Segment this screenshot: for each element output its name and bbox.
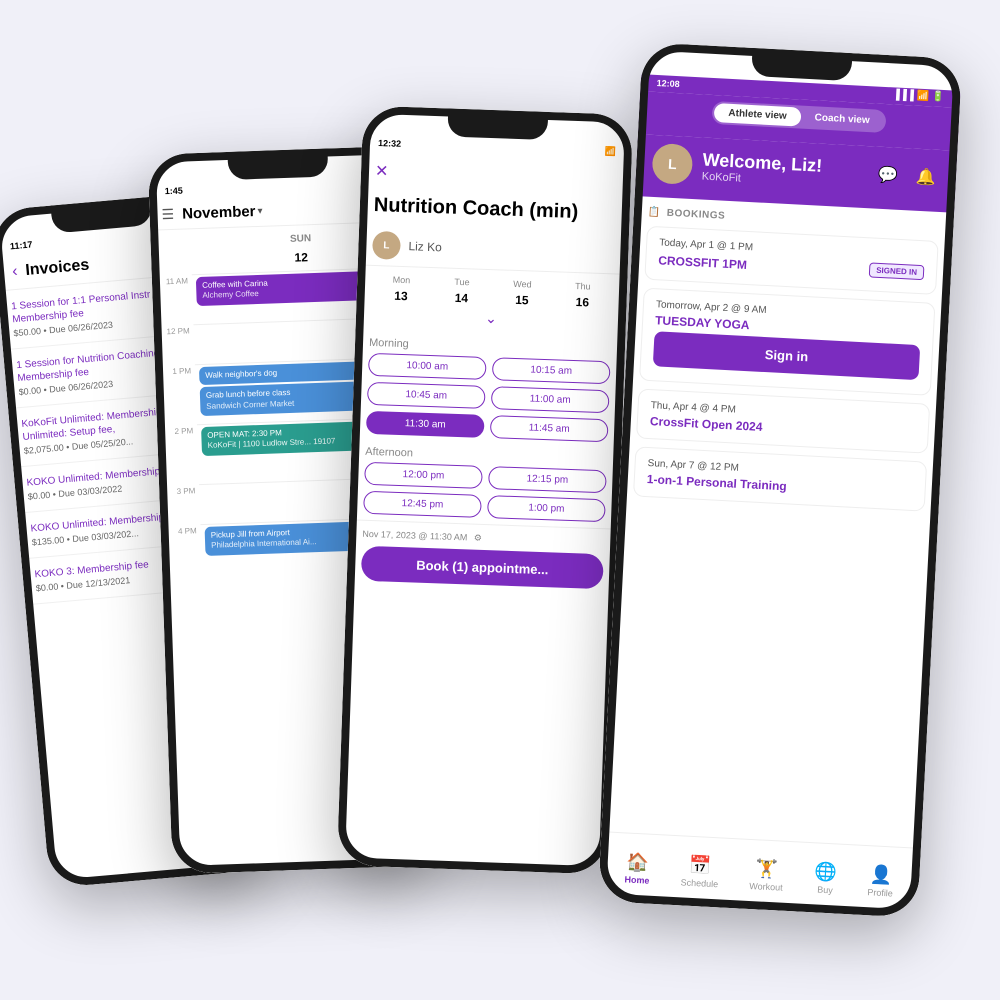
- bottom-nav: 🏠 Home 📅 Schedule 🏋 Workout 🌐 Buy 👤 Prof…: [598, 831, 921, 918]
- class-name: CROSSFIT 1PM: [658, 253, 747, 272]
- back-arrow-icon[interactable]: ‹: [11, 263, 18, 281]
- profile-icon: 👤: [869, 864, 892, 886]
- time-slot[interactable]: 12:00 pm: [364, 462, 483, 489]
- afternoon-slots: 12:00 pm 12:15 pm 12:45 pm 1:00 pm: [349, 461, 621, 528]
- booking-card[interactable]: Sun, Apr 7 @ 12 PM 1-on-1 Personal Train…: [633, 446, 927, 511]
- bookings-section: 📋 BOOKINGS Today, Apr 1 @ 1 PM CROSSFIT …: [618, 196, 954, 530]
- welcome-text: Welcome, Liz! KoKoFit: [701, 149, 822, 188]
- time-slot[interactable]: 11:45 am: [490, 415, 609, 442]
- bell-icon[interactable]: 🔔: [911, 163, 940, 192]
- book-button[interactable]: Book (1) appointme...: [361, 546, 604, 589]
- date-picker: Mon Tue Wed Thu 13 14 15 16 ⌄: [355, 265, 627, 339]
- time-label: 2 PM: [157, 424, 199, 485]
- dropdown-icon[interactable]: ▾: [257, 206, 262, 217]
- booking-card[interactable]: Today, Apr 1 @ 1 PM CROSSFIT 1PM SIGNED …: [644, 226, 938, 295]
- coach-view-toggle[interactable]: Coach view: [800, 108, 884, 131]
- nav-schedule[interactable]: 📅 Schedule: [680, 854, 719, 889]
- time-label: 11 AM: [152, 274, 194, 325]
- time-label: 4 PM: [160, 524, 202, 585]
- nav-home[interactable]: 🏠 Home: [624, 851, 651, 885]
- view-toggle: Athlete view Coach view: [712, 101, 886, 133]
- message-icon[interactable]: 💬: [873, 161, 902, 190]
- workout-icon: 🏋: [755, 858, 778, 880]
- nav-buy[interactable]: 🌐 Buy: [814, 861, 838, 895]
- time-label: 3 PM: [159, 484, 200, 525]
- hamburger-icon[interactable]: ☰: [161, 206, 174, 223]
- month-label: November: [182, 203, 256, 223]
- chevron-down-icon[interactable]: ⌄: [370, 306, 612, 331]
- nav-workout[interactable]: 🏋 Workout: [749, 858, 784, 893]
- booking-footer: Nov 17, 2023 @ 11:30 AM ⚙ Book (1) appoi…: [346, 519, 618, 597]
- nav-buy-label: Buy: [817, 885, 833, 896]
- nav-profile-label: Profile: [867, 887, 893, 898]
- nav-workout-label: Workout: [749, 881, 783, 893]
- time-slot[interactable]: 10:15 am: [492, 357, 611, 384]
- time-label: 1 PM: [155, 364, 197, 425]
- phone-main: 12:08 ▐▐▐ 📶 🔋 Athlete view Coach view L …: [598, 42, 963, 918]
- time-slot-selected[interactable]: 11:30 am: [366, 411, 485, 438]
- nav-home-label: Home: [624, 874, 650, 885]
- time-label: 12 PM: [153, 324, 194, 365]
- booking-card[interactable]: Tomorrow, Apr 2 @ 9 AM TUESDAY YOGA Sign…: [639, 288, 935, 396]
- athlete-view-toggle[interactable]: Athlete view: [714, 103, 801, 126]
- time-slot[interactable]: 10:00 am: [368, 353, 487, 380]
- coach-name: Liz Ko: [408, 239, 442, 254]
- settings-icon[interactable]: ⚙: [474, 533, 482, 543]
- signed-in-badge: SIGNED IN: [869, 262, 925, 280]
- morning-slots: 10:00 am 10:15 am 10:45 am 11:00 am 11:3…: [352, 352, 625, 448]
- coach-avatar: L: [372, 231, 401, 260]
- selected-date: Nov 17, 2023 @ 11:30 AM ⚙: [362, 529, 604, 548]
- home-icon: 🏠: [626, 852, 649, 874]
- schedule-icon: 📅: [689, 855, 712, 877]
- booking-card[interactable]: Thu, Apr 4 @ 4 PM CrossFit Open 2024: [636, 388, 930, 453]
- user-avatar: L: [651, 143, 693, 185]
- invoices-title: Invoices: [25, 257, 90, 281]
- time-slot[interactable]: 12:15 pm: [488, 466, 607, 493]
- nav-schedule-label: Schedule: [680, 877, 718, 889]
- nav-profile[interactable]: 👤 Profile: [867, 864, 894, 898]
- time-slot[interactable]: 12:45 pm: [363, 491, 482, 518]
- close-button[interactable]: ✕: [375, 163, 389, 180]
- buy-icon: 🌐: [814, 861, 837, 883]
- time-slot[interactable]: 11:00 am: [491, 386, 610, 413]
- calendar-icon: 📋: [648, 207, 662, 219]
- time-slot[interactable]: 1:00 pm: [487, 495, 606, 522]
- phone-nutrition: 12:32 📶 ✕ Nutrition Coach (min) L Liz Ko…: [337, 106, 633, 875]
- action-icons: 💬 🔔: [873, 161, 940, 192]
- time-slot[interactable]: 10:45 am: [367, 382, 486, 409]
